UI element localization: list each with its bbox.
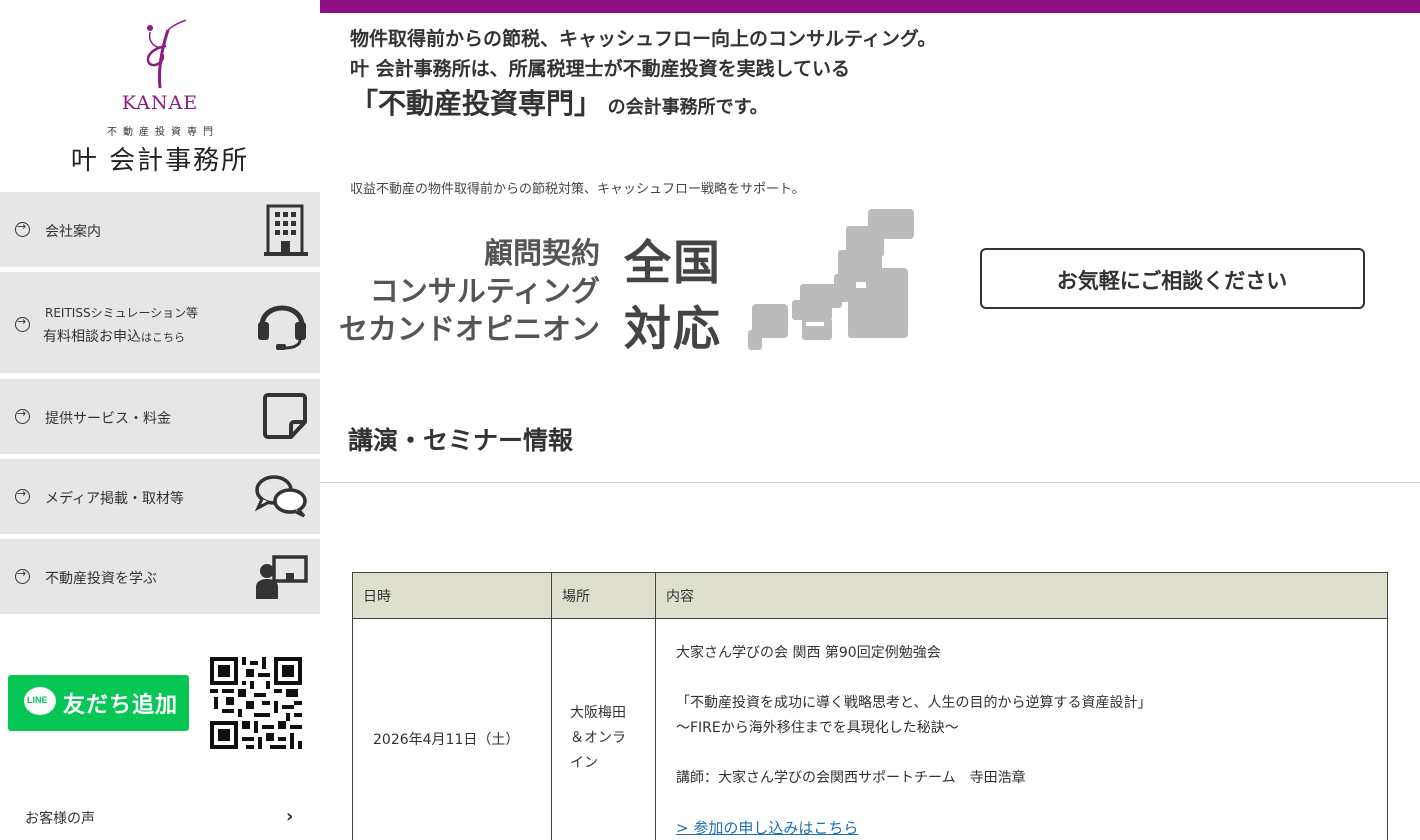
office-name: 叶 会計事務所 <box>70 146 250 176</box>
customer-voice-link[interactable]: お客様の声 › <box>0 800 320 836</box>
qr-code-icon[interactable] <box>210 657 302 749</box>
hero-sub-text: 収益不動産の物件取得前からの節税対策、キャッシュフロー戦略をサポート。 <box>350 182 805 197</box>
seminar-speaker: 講師：大家さん学びの会関西サポートチーム 寺田浩章 <box>676 770 1026 786</box>
banner-line: 顧問契約 <box>483 236 600 270</box>
nav-item-consultation[interactable]: REITISSシミュレーション等 有料相談お申込はこちら <box>0 272 320 373</box>
headset-icon <box>258 305 306 350</box>
seminar-topic-sub: 〜FIREから海外移住までを具現化した秘訣〜 <box>676 720 959 736</box>
chat-bubbles-icon <box>254 475 307 518</box>
seminar-apply-link[interactable]: > 参加の申し込みはこちら <box>676 819 858 837</box>
seminar-date: 2026年4月11日（土） <box>352 618 552 840</box>
hero-line-2: 叶 会計事務所は、所属税理士が不動産投資を実践している <box>350 58 851 80</box>
nav-item-label: メディア掲載・取材等 <box>45 491 185 507</box>
banner-line: コンサルティング <box>369 274 600 308</box>
banner-big-text: 全国 <box>624 236 722 291</box>
brand-subtitle: 不動産投資専門 <box>107 127 219 138</box>
banner-line: セカンドオピニオン <box>338 312 600 346</box>
seminar-topic: 「不動産投資を成功に導く戦略思考と、人生の目的から逆算する資産設計」 <box>676 695 1152 711</box>
sidebar: KANAE 不動産投資専門 叶 会計事務所 会社案内 REITISSシミュレーシ… <box>0 0 320 840</box>
customer-voice-label: お客様の声 <box>25 811 95 827</box>
logo[interactable]: KANAE 不動産投資専門 叶 会計事務所 <box>0 0 320 192</box>
contact-button[interactable]: お気軽にご相談ください <box>980 248 1365 309</box>
contact-button-label: お気軽にご相談ください <box>1056 269 1288 293</box>
section-divider <box>320 482 1420 483</box>
line-add-friend-button[interactable]: LINE 友だち追加 <box>8 675 189 731</box>
building-icon <box>264 204 308 256</box>
arrow-circle-icon <box>15 315 30 332</box>
nav-item-media[interactable]: メディア掲載・取材等 <box>0 459 320 534</box>
column-header-place: 場所 <box>551 572 656 619</box>
table-row: 2026年4月11日（土） 大阪梅田＆オンライン 大家さん学びの会 関西 第90… <box>352 618 1388 840</box>
hero-line-3-rest: の会計事務所です。 <box>607 97 768 118</box>
nav-item-label: 不動産投資を学ぶ <box>45 571 157 587</box>
seminar-section-title: 講演・セミナー情報 <box>348 426 574 455</box>
arrow-circle-icon <box>15 220 30 237</box>
line-logo-icon: LINE <box>24 687 56 715</box>
nav-item-label-main: 有料相談お申込はこちら <box>43 329 185 345</box>
seminar-place: 大阪梅田＆オンライン <box>551 618 656 840</box>
nav-item-company[interactable]: 会社案内 <box>0 192 320 267</box>
nav-item-label-top: REITISSシミュレーション等 <box>45 306 199 320</box>
hero-highlight: 「不動産投資専門」 <box>350 87 603 120</box>
table-header-row: 日時 場所 内容 <box>352 572 1388 619</box>
top-accent-bar <box>320 0 1420 13</box>
nationwide-banner: 顧問契約 コンサルティング セカンドオピニオン 全国 対応 <box>330 206 930 357</box>
brand-name: KANAE <box>121 92 199 114</box>
seminar-content: 大家さん学びの会 関西 第90回定例勉強会 「不動産投資を成功に導く戦略思考と、… <box>655 618 1388 840</box>
seminar-table: 日時 場所 内容 2026年4月11日（土） 大阪梅田＆オンライン 大家さん学び… <box>352 572 1388 840</box>
column-header-date: 日時 <box>352 572 552 619</box>
nav-item-service[interactable]: 提供サービス・料金 <box>0 379 320 454</box>
column-header-content: 内容 <box>655 572 1388 619</box>
arrow-circle-icon <box>15 487 30 504</box>
hero-line-1: 物件取得前からの節税、キャッシュフロー向上のコンサルティング。 <box>350 28 937 50</box>
arrow-circle-icon <box>15 407 30 424</box>
hero-line-3: 「不動産投資専門」 の会計事務所です。 <box>350 82 768 122</box>
seminar-event-name: 大家さん学びの会 関西 第90回定例勉強会 <box>676 645 941 661</box>
nav-item-label: 提供サービス・料金 <box>45 411 171 427</box>
chevron-right-icon: › <box>286 806 294 827</box>
nav-item-learn[interactable]: 不動産投資を学ぶ <box>0 539 320 614</box>
banner-big-text: 対応 <box>624 302 722 357</box>
presenter-icon <box>256 555 308 599</box>
line-button-label: 友だち追加 <box>63 693 179 718</box>
note-icon <box>263 393 307 439</box>
arrow-circle-icon <box>15 567 30 584</box>
japan-map-icon <box>748 209 914 350</box>
nav-item-label: 会社案内 <box>45 224 101 240</box>
kanae-logo-icon <box>146 19 187 89</box>
